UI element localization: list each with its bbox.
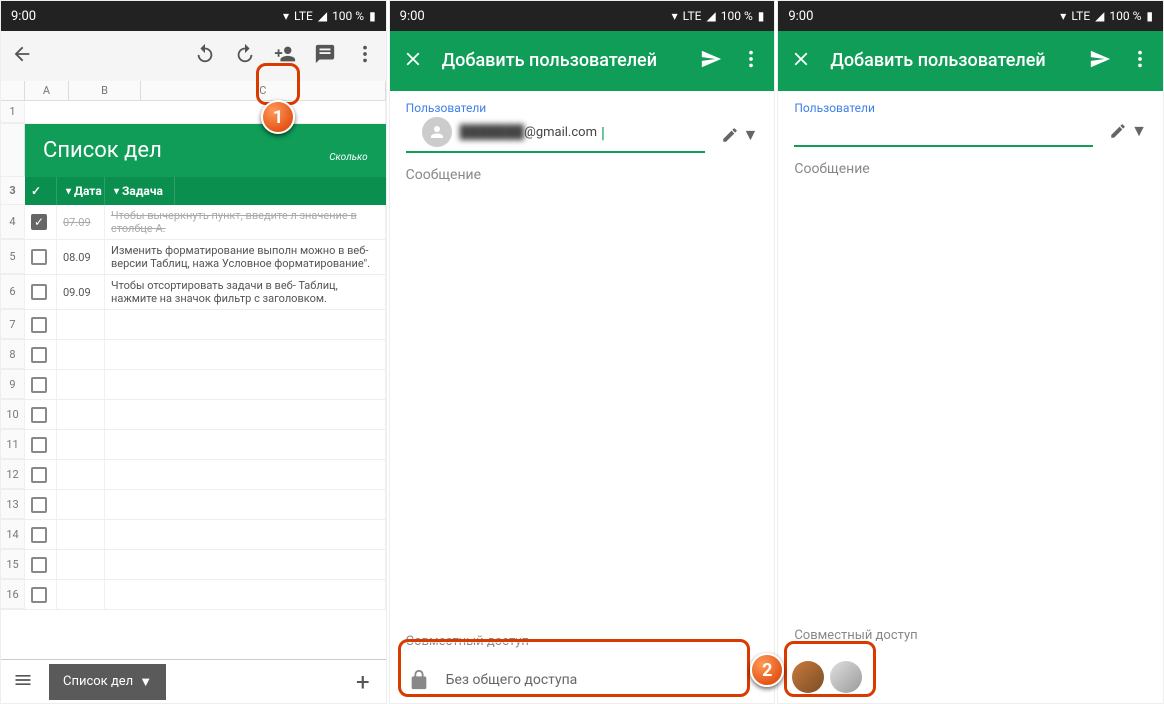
header-check[interactable]: ✓ (25, 177, 57, 205)
send-icon[interactable] (1089, 48, 1111, 74)
share-toolbar: Добавить пользователей (778, 31, 1163, 91)
bottom-bar: Список дел▼ + (1, 659, 386, 703)
checkbox-icon[interactable] (31, 284, 47, 300)
col-b[interactable]: B (69, 81, 141, 100)
phone-3-share-empty: 9:00 ▾ LTE ◢ 100 % ▮ Добавить пользовате… (777, 0, 1164, 704)
sheet-tab[interactable]: Список дел▼ (49, 664, 166, 700)
status-time: 9:00 (11, 9, 36, 24)
step-marker-1: 1 (261, 100, 295, 134)
status-bar: 9:00 ▾ LTE ◢ 100 % ▮ (778, 1, 1163, 31)
close-icon[interactable] (402, 48, 424, 74)
sheet-title-cell[interactable]: Список делСколько (25, 124, 386, 177)
sheet-body: 1 Список делСколько 3 ✓ ▾ Дата ▾ Задача … (1, 101, 386, 659)
users-input[interactable] (794, 117, 1093, 147)
sheets-toolbar (1, 31, 386, 81)
users-input[interactable]: ███████@gmail.com | (406, 117, 705, 153)
status-icons: ▾ LTE ◢ 100 % ▮ (283, 9, 376, 23)
permission-dropdown[interactable]: ▼ (705, 125, 759, 145)
add-sheet-button[interactable]: + (340, 668, 386, 696)
chevron-down-icon: ▼ (743, 125, 759, 145)
message-input[interactable]: Сообщение (778, 147, 1163, 191)
undo-icon[interactable] (194, 43, 216, 69)
table-row[interactable]: 5 08.09 Изменить форматирование выполн м… (1, 240, 386, 275)
highlight-marker-1 (256, 63, 300, 105)
table-row[interactable]: 4 ✓ 07.09 Чтобы вычеркнуть пункт, введит… (1, 205, 386, 240)
col-a[interactable]: A (25, 81, 69, 100)
phone-1-sheets: 9:00 ▾ LTE ◢ 100 % ▮ 1 A B C 1 Список де… (0, 0, 387, 704)
chevron-down-icon: ▼ (1131, 121, 1147, 141)
chevron-down-icon: ▼ (139, 674, 152, 690)
status-bar: 9:00 ▾ LTE ◢ 100 % ▮ (1, 1, 386, 31)
more-icon[interactable] (354, 43, 376, 69)
highlight-avatars (784, 641, 876, 697)
checkbox-icon[interactable]: ✓ (31, 214, 47, 230)
row-num[interactable]: 1 (1, 101, 25, 123)
header-date[interactable]: ▾ Дата (57, 177, 105, 205)
checkbox-icon[interactable] (31, 249, 47, 265)
highlight-no-access (398, 639, 750, 697)
users-label: Пользователи (778, 91, 1163, 117)
column-headers: A B C (1, 81, 386, 101)
menu-icon[interactable] (1, 670, 45, 694)
phone-2-share-with-email: 9:00 ▾ LTE ◢ 100 % ▮ Добавить пользовате… (389, 0, 776, 704)
redo-icon[interactable] (234, 43, 256, 69)
table-row[interactable]: 6 09.09 Чтобы отсортировать задачи в веб… (1, 275, 386, 310)
message-input[interactable]: Сообщение (390, 153, 775, 197)
comment-icon[interactable] (314, 43, 336, 69)
header-task[interactable]: ▾ Задача (105, 177, 175, 205)
table-header-row: 3 ✓ ▾ Дата ▾ Задача (1, 177, 386, 205)
more-icon[interactable] (1129, 48, 1151, 74)
back-icon[interactable] (11, 43, 33, 69)
share-title: Добавить пользователей (830, 50, 1071, 72)
share-toolbar: Добавить пользователей (390, 31, 775, 91)
share-title: Добавить пользователей (442, 50, 683, 72)
status-bar: 9:00 ▾ LTE ◢ 100 % ▮ (390, 1, 775, 31)
close-icon[interactable] (790, 48, 812, 74)
users-label: Пользователи (390, 91, 775, 117)
person-icon (422, 117, 452, 147)
send-icon[interactable] (700, 48, 722, 74)
more-icon[interactable] (740, 48, 762, 74)
permission-dropdown[interactable]: ▼ (1093, 121, 1147, 147)
